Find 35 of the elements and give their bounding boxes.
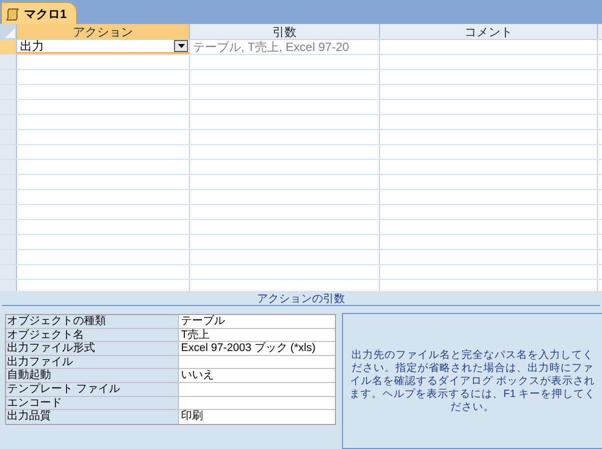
help-text: 出力先のファイル名と完全なパス名を入力してください。指定が省略された場合は、出力時にファイル名を確認するダイアログ ボックスが表示されます。ヘルプを表示するには、F1 キーを押してください。 xyxy=(348,348,597,414)
panel-title: アクションの引数 xyxy=(257,294,345,305)
scroll-icon xyxy=(6,6,20,20)
row-selector[interactable] xyxy=(0,145,17,159)
row-selector[interactable] xyxy=(0,115,17,129)
property-field[interactable]: いいえ xyxy=(179,369,335,382)
property-field[interactable] xyxy=(179,396,335,410)
row-selector[interactable] xyxy=(0,40,17,54)
row-selector[interactable] xyxy=(0,190,17,204)
row-selector[interactable] xyxy=(0,220,17,234)
document-tab[interactable]: マクロ1 xyxy=(1,2,77,24)
property-field[interactable] xyxy=(179,356,335,368)
row-selector[interactable] xyxy=(0,280,17,291)
property-field[interactable] xyxy=(179,382,335,396)
property-field[interactable]: T売上 xyxy=(179,328,335,342)
row-selector[interactable] xyxy=(0,55,17,69)
row-selector[interactable] xyxy=(0,205,17,219)
row-selector[interactable] xyxy=(0,100,17,114)
row-selector[interactable] xyxy=(0,160,17,174)
caret-icon xyxy=(178,44,184,48)
row-selector[interactable] xyxy=(0,130,17,144)
row-selector[interactable] xyxy=(0,175,17,189)
row-selector[interactable] xyxy=(0,85,17,99)
select-all-icon[interactable] xyxy=(4,27,16,39)
row-selector[interactable] xyxy=(0,250,17,264)
property-field[interactable]: 印刷 xyxy=(179,410,335,424)
row-selector[interactable] xyxy=(0,70,17,84)
property-field[interactable]: テーブル xyxy=(179,315,335,328)
table-cell[interactable]: 出力 xyxy=(20,40,44,52)
column-header[interactable]: アクション xyxy=(17,24,190,39)
row-selector[interactable] xyxy=(0,265,17,279)
table-cell: テーブル, T売上, Excel 97-20 xyxy=(193,40,350,54)
dropdown-button[interactable] xyxy=(174,40,188,52)
property-field[interactable]: Excel 97-2003 ブック (*xls) xyxy=(179,342,335,355)
row-selector[interactable] xyxy=(0,235,17,249)
